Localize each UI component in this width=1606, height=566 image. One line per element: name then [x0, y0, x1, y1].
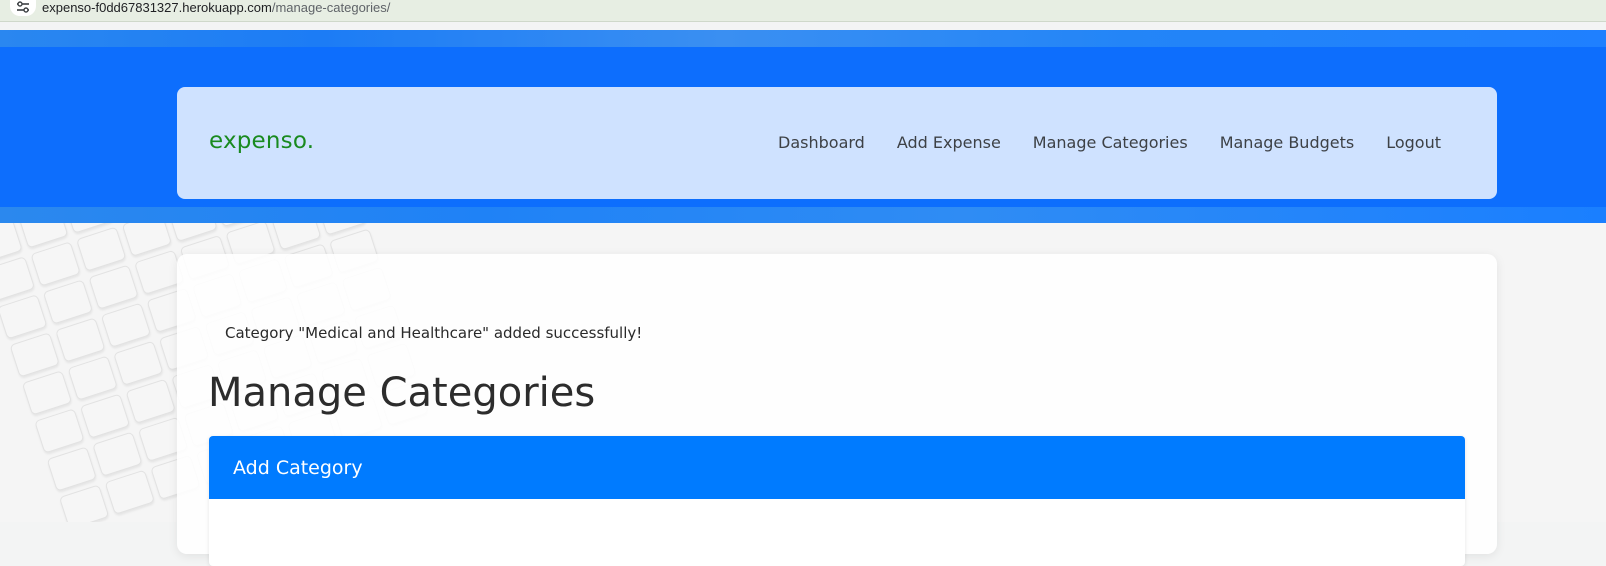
keyboard-key-decoration	[30, 241, 81, 287]
keyboard-key-decoration	[0, 294, 48, 340]
tune-icon[interactable]	[10, 0, 36, 16]
nav-link-manage-categories[interactable]: Manage Categories	[1033, 133, 1188, 152]
nav-link-manage-budgets[interactable]: Manage Budgets	[1220, 133, 1355, 152]
keyboard-key-decoration	[79, 393, 131, 439]
url-path: /manage-categories/	[271, 0, 391, 15]
header-bottom-strip	[0, 207, 1606, 223]
brand-logo[interactable]: expenso.	[209, 128, 314, 154]
keyboard-key-decoration	[88, 264, 139, 310]
success-alert: Category "Medical and Healthcare" added …	[225, 324, 643, 342]
keyboard-key-decoration	[76, 226, 127, 272]
nav-link-add-expense[interactable]: Add Expense	[897, 133, 1001, 152]
browser-address-bar[interactable]: expenso-f0dd67831327.herokuapp.com/manag…	[0, 0, 1606, 22]
add-category-card-title: Add Category	[233, 456, 363, 479]
page-title: Manage Categories	[208, 370, 596, 416]
keyboard-key-decoration	[46, 446, 97, 492]
header-top-strip	[0, 30, 1606, 47]
navbar: expenso. Dashboard Add Expense Manage Ca…	[177, 87, 1497, 199]
keyboard-key-decoration	[42, 279, 94, 325]
keyboard-key-decoration	[67, 355, 118, 401]
keyboard-key-decoration	[9, 332, 60, 378]
keyboard-key-decoration	[104, 469, 155, 515]
keyboard-key-decoration	[92, 431, 143, 477]
nav-link-logout[interactable]: Logout	[1386, 133, 1441, 152]
keyboard-key-decoration	[125, 378, 176, 424]
keyboard-key-decoration	[58, 484, 110, 522]
keyboard-key-decoration	[100, 302, 152, 348]
url-host: expenso-f0dd67831327.herokuapp.com	[42, 0, 272, 15]
nav-links: Dashboard Add Expense Manage Categories …	[746, 133, 1441, 152]
nav-link-dashboard[interactable]: Dashboard	[778, 133, 865, 152]
add-category-card: Add Category	[209, 436, 1465, 566]
keyboard-key-decoration	[113, 340, 164, 386]
main-content-card: Category "Medical and Healthcare" added …	[177, 254, 1497, 566]
keyboard-key-decoration	[0, 256, 36, 302]
keyboard-key-decoration	[55, 317, 106, 363]
add-category-card-header: Add Category	[209, 436, 1465, 499]
keyboard-key-decoration	[34, 408, 85, 454]
keyboard-key-decoration	[21, 370, 73, 416]
url-text[interactable]: expenso-f0dd67831327.herokuapp.com/manag…	[42, 0, 390, 16]
